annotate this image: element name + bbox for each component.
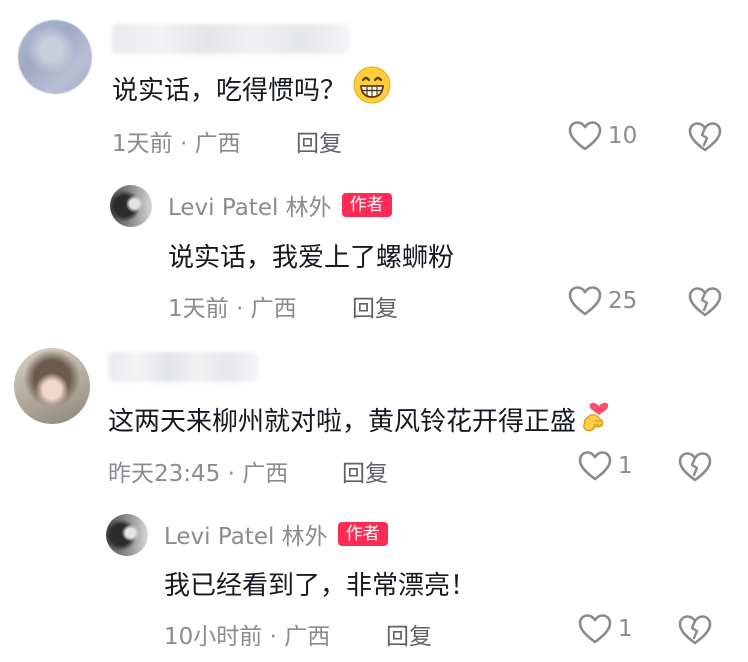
comment-text-label: 这两天来柳州就对啦，黄风铃花开得正盛 — [108, 406, 577, 437]
grinning-face-emoji-icon — [352, 65, 392, 112]
heart-hands-emoji-icon — [582, 397, 616, 442]
dislike-broken-heart-icon[interactable] — [688, 121, 722, 153]
like-button[interactable]: 25 — [568, 285, 637, 317]
comment-text-label: 说实话，吃得惯吗？ — [112, 75, 347, 106]
like-count: 10 — [608, 123, 638, 149]
comment-section: 说实话，吃得惯吗？ 1天前 · 广西 回复 10 Levi Patel 林外 作… — [0, 0, 748, 662]
dislike-broken-heart-icon[interactable] — [678, 451, 712, 483]
author-badge: 作者 — [341, 193, 392, 217]
reply-button[interactable]: 回复 — [352, 289, 398, 323]
blurred-username[interactable] — [108, 352, 258, 382]
reply-username-label: Levi Patel 林外 — [164, 524, 328, 550]
comment-text: 说实话，吃得惯吗？ — [112, 66, 392, 106]
comment-meta: 1天前 · 广西 — [112, 131, 241, 157]
reply-username[interactable]: Levi Patel 林外 作者 — [164, 519, 388, 550]
comment-text: 这两天来柳州就对啦，黄风铃花开得正盛 — [108, 399, 616, 439]
comment-meta: 昨天23:45 · 广西 — [108, 461, 289, 487]
reply-button[interactable]: 回复 — [296, 124, 342, 158]
author-avatar[interactable] — [110, 185, 152, 227]
blurred-username[interactable] — [112, 24, 350, 54]
reply-text: 我已经看到了，非常漂亮！ — [164, 570, 477, 601]
like-count: 1 — [618, 616, 633, 642]
reply-meta: 10小时前 · 广西 — [164, 624, 331, 650]
author-badge: 作者 — [337, 522, 388, 546]
like-button[interactable]: 1 — [578, 613, 633, 645]
heart-outline-icon[interactable] — [578, 450, 612, 482]
like-button[interactable]: 1 — [578, 450, 633, 482]
commenter-avatar[interactable] — [18, 20, 92, 94]
heart-outline-icon[interactable] — [568, 285, 602, 317]
heart-outline-icon[interactable] — [578, 613, 612, 645]
dislike-broken-heart-icon[interactable] — [688, 286, 722, 318]
reply-button[interactable]: 回复 — [342, 454, 388, 488]
like-button[interactable]: 10 — [568, 120, 637, 152]
commenter-avatar[interactable] — [14, 348, 90, 424]
like-count: 25 — [608, 288, 638, 314]
author-avatar[interactable] — [106, 514, 148, 556]
reply-button[interactable]: 回复 — [386, 617, 432, 651]
dislike-broken-heart-icon[interactable] — [678, 614, 712, 646]
reply-meta: 1天前 · 广西 — [168, 296, 297, 322]
reply-text: 说实话，我爱上了螺蛳粉 — [168, 242, 455, 273]
like-count: 1 — [618, 453, 633, 479]
heart-outline-icon[interactable] — [568, 120, 602, 152]
reply-username-label: Levi Patel 林外 — [168, 195, 332, 221]
reply-username[interactable]: Levi Patel 林外 作者 — [168, 190, 392, 221]
